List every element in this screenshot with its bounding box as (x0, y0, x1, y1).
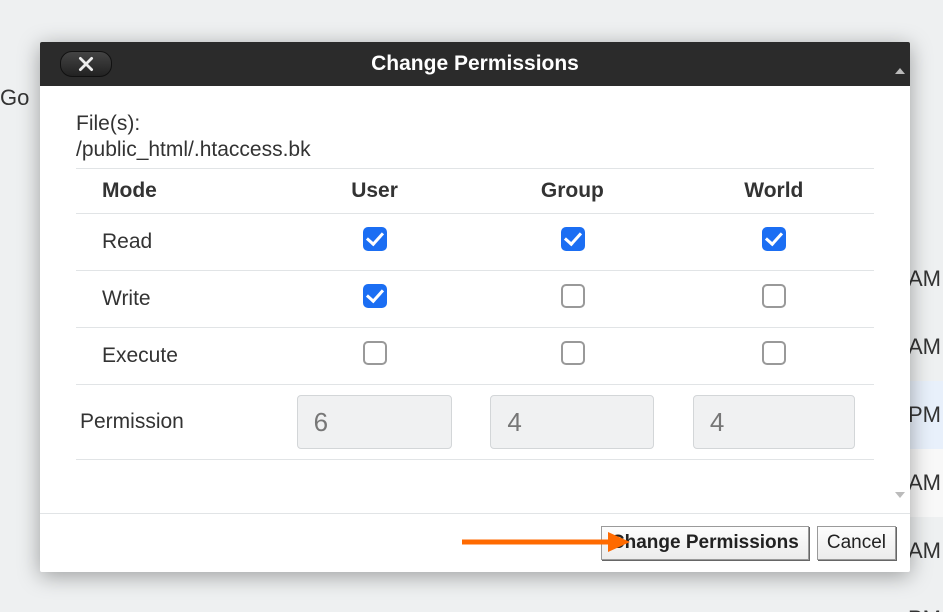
checkbox-execute-user[interactable] (363, 341, 387, 365)
checkbox-write-user[interactable] (363, 284, 387, 308)
checkbox-read-user[interactable] (363, 227, 387, 251)
checkbox-read-group[interactable] (561, 227, 585, 251)
row-execute: Execute (76, 328, 874, 385)
permission-group-input[interactable] (490, 395, 654, 449)
permission-world-input[interactable] (693, 395, 855, 449)
header-user: User (278, 169, 471, 214)
label-write: Write (76, 271, 278, 328)
scroll-up-icon (895, 68, 905, 74)
cancel-button[interactable]: Cancel (817, 526, 896, 560)
permissions-table: Mode User Group World Read Write Execute (76, 168, 874, 460)
files-label: File(s): (76, 112, 874, 136)
label-execute: Execute (76, 328, 278, 385)
dialog-body: File(s): /public_html/.htaccess.bk Mode … (40, 86, 910, 496)
background-text-right: AM AM PM AM AM PM (908, 245, 943, 612)
change-permissions-button[interactable]: Change Permissions (601, 526, 809, 560)
header-group: Group (471, 169, 674, 214)
background-text-left: Go (0, 85, 29, 111)
header-mode: Mode (76, 169, 278, 214)
permission-user-input[interactable] (297, 395, 453, 449)
close-icon (77, 55, 95, 73)
row-permission: Permission (76, 385, 874, 460)
close-button[interactable] (60, 51, 112, 77)
dialog-footer: Change Permissions Cancel (40, 513, 910, 572)
checkbox-execute-world[interactable] (762, 341, 786, 365)
files-path: /public_html/.htaccess.bk (76, 138, 874, 162)
row-write: Write (76, 271, 874, 328)
dialog-title: Change Permissions (371, 52, 579, 75)
checkbox-write-group[interactable] (561, 284, 585, 308)
label-read: Read (76, 214, 278, 271)
change-permissions-dialog: Change Permissions File(s): /public_html… (40, 42, 910, 572)
checkbox-execute-group[interactable] (561, 341, 585, 365)
scroll-down-icon (895, 492, 905, 498)
scrollbar[interactable] (894, 68, 906, 498)
checkbox-write-world[interactable] (762, 284, 786, 308)
table-header-row: Mode User Group World (76, 169, 874, 214)
row-read: Read (76, 214, 874, 271)
dialog-titlebar: Change Permissions (40, 42, 910, 86)
checkbox-read-world[interactable] (762, 227, 786, 251)
label-permission: Permission (76, 385, 278, 460)
header-world: World (674, 169, 874, 214)
